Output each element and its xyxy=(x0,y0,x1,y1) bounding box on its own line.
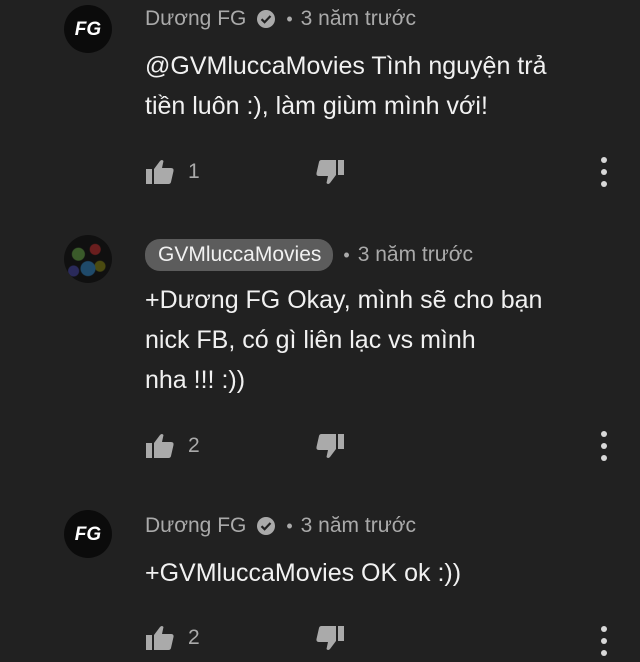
avatar[interactable]: FG xyxy=(64,510,112,558)
more-vertical-icon[interactable] xyxy=(596,431,612,461)
comment-time[interactable]: 3 năm trước xyxy=(358,243,473,267)
thumbs-down-icon[interactable] xyxy=(315,432,345,460)
verified-check-icon xyxy=(256,9,276,29)
thumbs-down-icon[interactable] xyxy=(315,624,345,652)
separator-dot: • xyxy=(343,244,350,265)
comment-text-line: +Dương FG Okay, mình sẽ cho bạn xyxy=(145,286,543,314)
comment-header: Dương FG • 3 năm trước xyxy=(145,7,416,31)
thumbs-down-icon[interactable] xyxy=(315,158,345,186)
comment-text-line: @GVMluccaMovies Tình nguyện trả xyxy=(145,52,547,80)
comment-actions: 2 xyxy=(145,431,345,461)
comment-header: Dương FG • 3 năm trước xyxy=(145,514,416,538)
thumbs-up-icon[interactable] xyxy=(145,158,175,186)
comment-header: GVMluccaMovies • 3 năm trước xyxy=(145,239,473,271)
separator-dot: • xyxy=(286,8,293,29)
thumbs-up-icon[interactable] xyxy=(145,624,175,652)
avatar[interactable]: FG xyxy=(64,5,112,53)
thumbs-up-icon[interactable] xyxy=(145,432,175,460)
comment-time[interactable]: 3 năm trước xyxy=(301,7,416,31)
comment-text-line: nha !!! :)) xyxy=(145,366,246,394)
author-name[interactable]: GVMluccaMovies xyxy=(145,239,334,271)
like-count: 2 xyxy=(188,434,200,457)
svg-text:FG: FG xyxy=(75,19,102,40)
author-name[interactable]: Dương FG xyxy=(145,514,246,538)
comment-text-line: nick FB, có gì liên lạc vs mình xyxy=(145,326,476,354)
comment-actions: 2 xyxy=(145,623,345,653)
author-name[interactable]: Dương FG xyxy=(145,7,246,31)
verified-check-icon xyxy=(256,516,276,536)
fg-logo-icon: FG xyxy=(75,19,102,40)
comment-actions: 1 xyxy=(145,157,345,187)
more-vertical-icon[interactable] xyxy=(596,626,612,656)
svg-text:FG: FG xyxy=(75,524,102,545)
more-vertical-icon[interactable] xyxy=(596,157,612,187)
comment-text: +Dương FG Okay, mình sẽ cho bạn nick FB,… xyxy=(145,280,605,400)
comment-text: @GVMluccaMovies Tình nguyện trả tiền luô… xyxy=(145,46,605,126)
comment-text-line: tiền luôn :), làm giùm mình với! xyxy=(145,92,488,120)
avatar[interactable] xyxy=(64,235,112,283)
comment-time[interactable]: 3 năm trước xyxy=(301,514,416,538)
like-count: 1 xyxy=(188,160,200,183)
fg-logo-icon: FG xyxy=(75,524,102,545)
comment-text-line: +GVMluccaMovies OK ok :)) xyxy=(145,559,462,587)
comment-text: +GVMluccaMovies OK ok :)) xyxy=(145,553,605,593)
separator-dot: • xyxy=(286,515,293,536)
like-count: 2 xyxy=(188,626,200,649)
